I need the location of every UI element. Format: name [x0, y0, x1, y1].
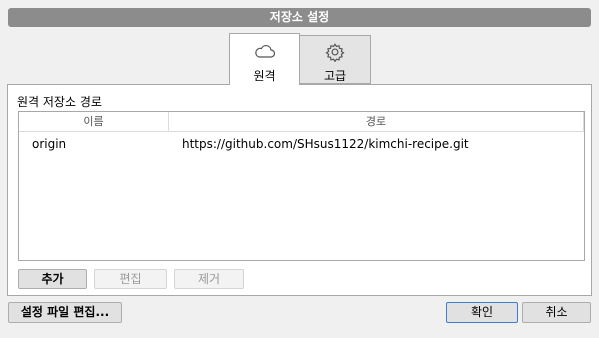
add-remote-button[interactable]: 추가	[18, 269, 87, 289]
tab-remote[interactable]: 원격	[229, 33, 300, 85]
edit-remote-button[interactable]: 편집	[94, 269, 167, 289]
table-row[interactable]: origin https://github.com/SHsus1122/kimc…	[19, 134, 584, 154]
cloud-icon	[254, 45, 275, 58]
edit-config-file-button[interactable]: 설정 파일 편집...	[8, 302, 122, 323]
tab-strip: 원격 고급	[0, 33, 599, 85]
cancel-button[interactable]: 취소	[522, 302, 591, 323]
tab-remote-label: 원격	[253, 69, 276, 83]
table-header: 이름 경로	[19, 112, 584, 132]
tab-advanced-label: 고급	[323, 69, 347, 83]
remote-table: 이름 경로 origin https://github.com/SHsus112…	[18, 111, 585, 261]
remove-remote-button[interactable]: 제거	[174, 269, 244, 289]
column-header-path[interactable]: 경로	[169, 112, 584, 131]
ok-button[interactable]: 확인	[446, 302, 518, 323]
remote-path-cell: https://github.com/SHsus1122/kimchi-reci…	[182, 137, 469, 151]
dialog-title: 저장소 설정	[269, 10, 330, 24]
remote-name-cell: origin	[32, 137, 67, 151]
dialog-title-bar: 저장소 설정	[8, 8, 591, 27]
tab-advanced[interactable]: 고급	[300, 35, 371, 84]
gear-icon	[325, 43, 345, 62]
remote-settings-panel: 원격 저장소 경로 이름 경로 origin https://github.co…	[7, 84, 592, 296]
remote-paths-heading: 원격 저장소 경로	[17, 95, 102, 109]
column-header-name[interactable]: 이름	[19, 112, 169, 131]
